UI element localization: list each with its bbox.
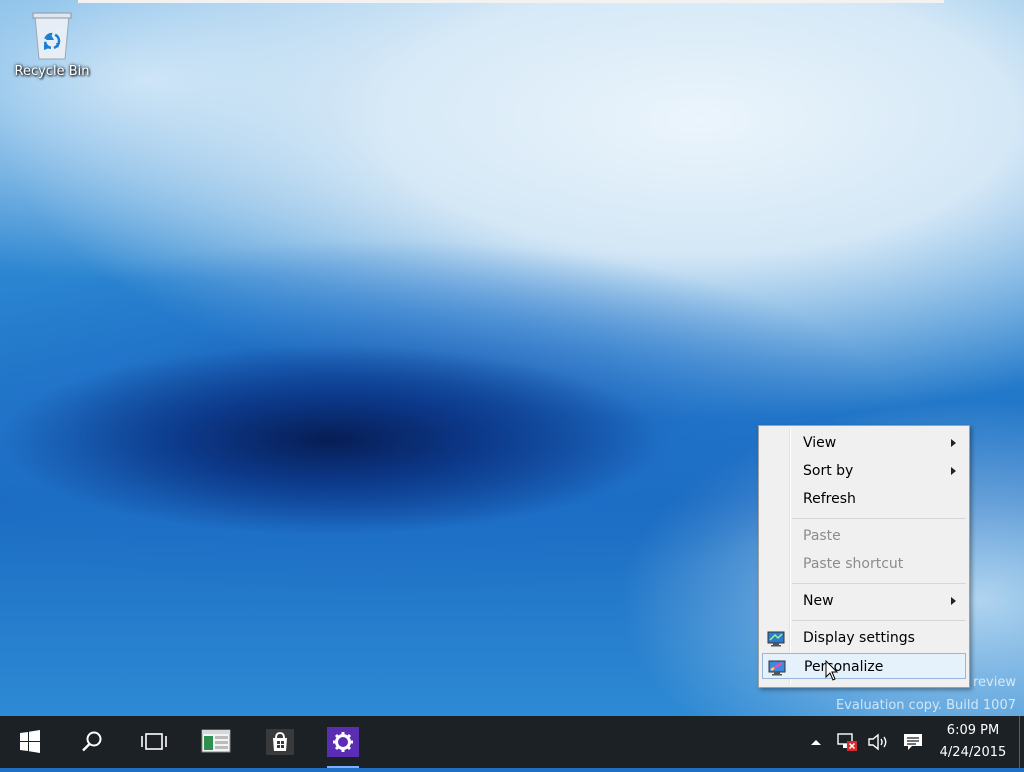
show-hidden-icons-button[interactable]: [806, 730, 826, 754]
volume-icon: [868, 733, 887, 751]
file-explorer-icon: [201, 729, 231, 753]
menu-item-paste[interactable]: Paste: [762, 523, 966, 549]
mouse-cursor-icon: [825, 659, 839, 682]
submenu-arrow-icon: [951, 439, 956, 447]
desktop-icon-label: Recycle Bin: [14, 64, 90, 79]
menu-item-new[interactable]: New: [762, 588, 966, 614]
chevron-up-icon: [811, 740, 821, 745]
store-button[interactable]: [256, 716, 304, 768]
settings-button[interactable]: [318, 716, 368, 768]
action-center-button[interactable]: [900, 730, 926, 754]
clock-time[interactable]: 6:09 PM: [930, 723, 1016, 738]
menu-item-label: Paste shortcut: [803, 556, 904, 572]
menu-item-label: Personalize: [804, 659, 884, 675]
show-desktop-button[interactable]: [1019, 716, 1020, 768]
menu-item-label: Display settings: [803, 630, 915, 646]
store-icon: [266, 729, 294, 755]
clock-date[interactable]: 4/24/2015: [930, 745, 1016, 760]
task-view-button[interactable]: [130, 716, 178, 768]
watermark-line-1: review: [973, 675, 1016, 690]
monitor-icon: [767, 630, 785, 647]
task-view-icon: [141, 733, 167, 750]
desktop-icon-recycle-bin[interactable]: Recycle Bin: [8, 10, 96, 79]
menu-item-label: Refresh: [803, 491, 856, 507]
search-icon: [82, 731, 102, 752]
search-button[interactable]: [68, 716, 116, 768]
menu-separator: [792, 518, 966, 519]
submenu-arrow-icon: [951, 467, 956, 475]
menu-item-label: Sort by: [803, 463, 854, 479]
menu-item-view[interactable]: View: [762, 430, 966, 456]
top-window-edge: [78, 0, 944, 3]
file-explorer-button[interactable]: [192, 716, 240, 768]
menu-item-personalize[interactable]: Personalize: [762, 653, 966, 679]
menu-item-label: Paste: [803, 528, 841, 544]
menu-separator: [792, 620, 966, 621]
start-icon: [20, 730, 40, 753]
menu-item-sort-by[interactable]: Sort by: [762, 458, 966, 484]
monitor-paint-icon: [768, 659, 786, 676]
menu-item-display-settings[interactable]: Display settings: [762, 625, 966, 651]
watermark-line-2: Evaluation copy. Build 1007: [835, 698, 1016, 713]
menu-item-refresh[interactable]: Refresh: [762, 486, 966, 512]
settings-icon: [333, 732, 353, 752]
start-button[interactable]: [6, 716, 54, 768]
network-error-icon: [837, 733, 857, 751]
network-button[interactable]: [834, 730, 860, 754]
taskbar: 6:09 PM 4/24/2015: [0, 716, 1024, 768]
menu-item-label: New: [803, 593, 834, 609]
action-center-icon: [904, 734, 922, 750]
menu-separator: [792, 583, 966, 584]
submenu-arrow-icon: [951, 597, 956, 605]
recycle-bin-icon: [32, 10, 72, 60]
menu-item-label: View: [803, 435, 837, 451]
desktop-context-menu: View Sort by Refresh Paste Paste shortcu…: [758, 425, 970, 688]
menu-item-paste-shortcut[interactable]: Paste shortcut: [762, 551, 966, 577]
volume-button[interactable]: [866, 730, 892, 754]
